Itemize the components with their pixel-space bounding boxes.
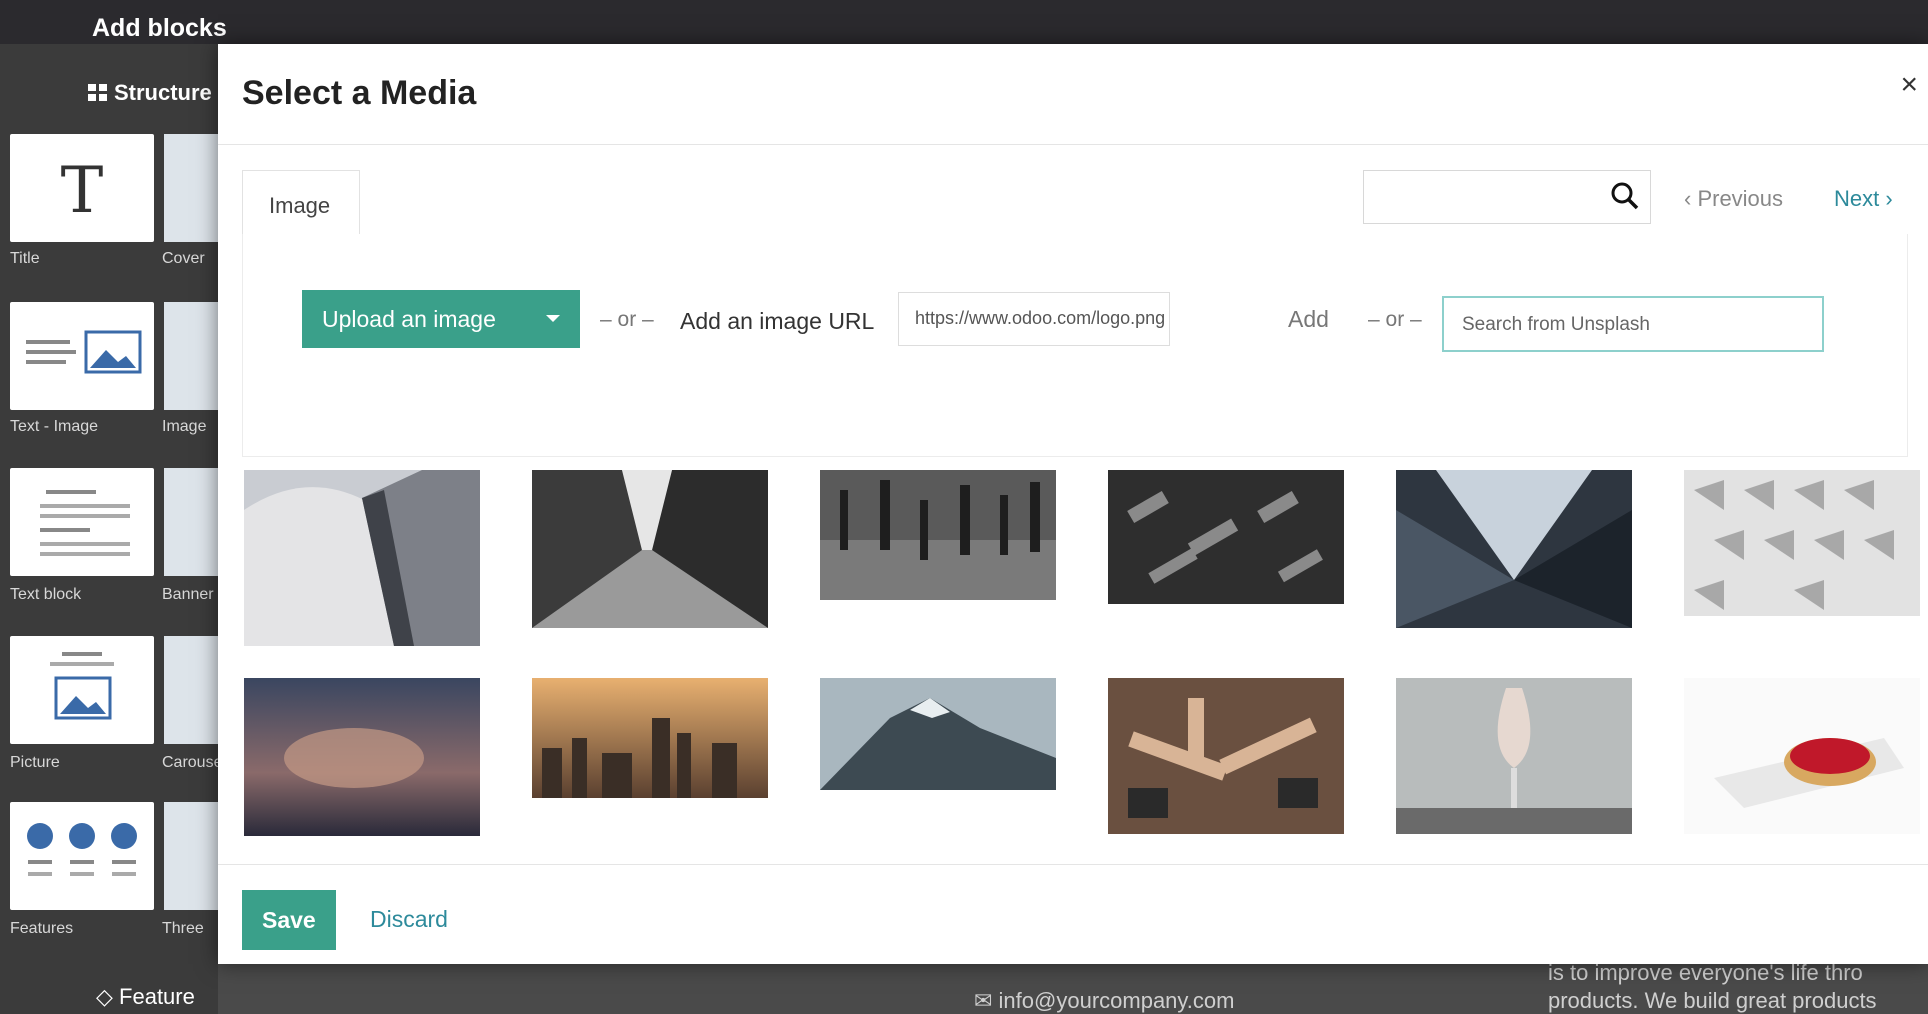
media-image-raspberry-tart[interactable] <box>1684 678 1920 834</box>
modal-header: Select a Media × <box>218 44 1928 145</box>
close-icon[interactable]: × <box>1900 68 1918 102</box>
grid-icon <box>88 84 108 102</box>
text-block-icon <box>40 490 130 556</box>
block-label: Carousel <box>162 754 227 771</box>
block-label: Features <box>10 920 74 937</box>
block-label: Cover <box>162 250 205 267</box>
block-label: Banner <box>162 586 214 603</box>
save-button[interactable]: Save <box>242 890 336 950</box>
or-separator: – or – <box>1368 308 1422 331</box>
structure-section-title: Structure <box>88 80 212 106</box>
media-image-sunset-clouds[interactable] <box>244 678 480 836</box>
image-url-field[interactable]: https://www.odoo.com/logo.png <box>898 292 1170 346</box>
select-media-dialog: Select a Media × Image ‹ Previous Next ›… <box>218 44 1928 964</box>
or-separator: – or – <box>600 308 654 331</box>
tab-image-label: Image <box>269 193 331 218</box>
block-label: Title <box>10 250 40 267</box>
media-image-aerial-rooftops[interactable] <box>1108 470 1344 604</box>
media-image-white-facade[interactable] <box>1684 470 1920 616</box>
block-label: Text - Image <box>10 418 99 435</box>
block-image-thumb[interactable] <box>164 302 224 410</box>
feature-section-title: ◇ Feature <box>96 984 195 1010</box>
blocks-sidebar: Structure T Title Cover Text - Image Ima… <box>0 44 226 1014</box>
media-image-city-skyline[interactable] <box>532 678 768 798</box>
background-page: ✉ info@yourcompany.com is to improve eve… <box>218 960 1928 1014</box>
search-icon[interactable] <box>1610 181 1640 211</box>
tab-image[interactable]: Image <box>242 170 360 235</box>
image-url-value: https://www.odoo.com/logo.png <box>915 308 1166 328</box>
block-three-thumb[interactable] <box>164 802 224 910</box>
modal-title: Select a Media <box>242 74 477 112</box>
block-text-image-thumb[interactable] <box>10 302 154 410</box>
modal-footer <box>218 864 1928 965</box>
block-title-thumb[interactable]: T <box>10 134 154 242</box>
media-image-crowd-crossing[interactable] <box>820 470 1056 600</box>
add-blocks-title: Add blocks <box>92 14 227 42</box>
block-banner-thumb[interactable] <box>164 468 224 576</box>
title-t-icon: T <box>61 154 104 228</box>
previous-link[interactable]: ‹ Previous <box>1684 186 1783 212</box>
features-icon <box>27 823 137 876</box>
discard-button[interactable]: Discard <box>370 906 448 933</box>
media-image-glass-pyramid[interactable] <box>1396 470 1632 628</box>
feature-label: Feature <box>119 984 195 1009</box>
next-link[interactable]: Next › <box>1834 186 1893 212</box>
unsplash-placeholder: Search from Unsplash <box>1462 314 1650 335</box>
media-image-mountain[interactable] <box>820 678 1056 790</box>
block-label: Three <box>162 920 204 937</box>
media-image-skyscrapers[interactable] <box>532 470 768 628</box>
envelope-icon: ✉ <box>974 988 999 1013</box>
svg-text:T: T <box>61 154 104 228</box>
block-text-block-thumb[interactable] <box>10 468 154 576</box>
email-text: info@yourcompany.com <box>998 988 1235 1013</box>
unsplash-search-field[interactable]: Search from Unsplash <box>1442 296 1824 352</box>
media-image-wine-glass[interactable] <box>1396 678 1632 834</box>
upload-image-button[interactable]: Upload an image <box>302 290 580 348</box>
image-url-label: Add an image URL <box>680 308 875 334</box>
save-label: Save <box>262 907 316 933</box>
block-carousel-thumb[interactable] <box>164 636 224 744</box>
text-image-icon <box>26 330 142 374</box>
add-blocks-bar: Add blocks <box>0 0 1928 44</box>
block-cover-thumb[interactable] <box>164 134 224 242</box>
media-image-team-hands[interactable] <box>1108 678 1344 834</box>
upload-image-label: Upload an image <box>322 306 496 332</box>
block-features-thumb[interactable] <box>10 802 154 910</box>
picture-icon <box>50 652 114 720</box>
media-search[interactable] <box>1363 170 1651 224</box>
contact-email: ✉ info@yourcompany.com <box>974 988 1234 1014</box>
add-url-button[interactable]: Add <box>1288 306 1329 333</box>
structure-label: Structure <box>114 80 212 105</box>
page-text-line: products. We build great products <box>1548 988 1877 1013</box>
diamond-icon: ◇ <box>96 984 120 1009</box>
media-image-building-curve[interactable] <box>244 470 480 646</box>
block-label: Picture <box>10 754 60 771</box>
block-picture-thumb[interactable] <box>10 636 154 744</box>
block-label: Text block <box>10 586 82 603</box>
search-input[interactable] <box>1372 179 1596 215</box>
chevron-down-icon[interactable] <box>546 315 560 322</box>
block-label: Image <box>162 418 207 435</box>
